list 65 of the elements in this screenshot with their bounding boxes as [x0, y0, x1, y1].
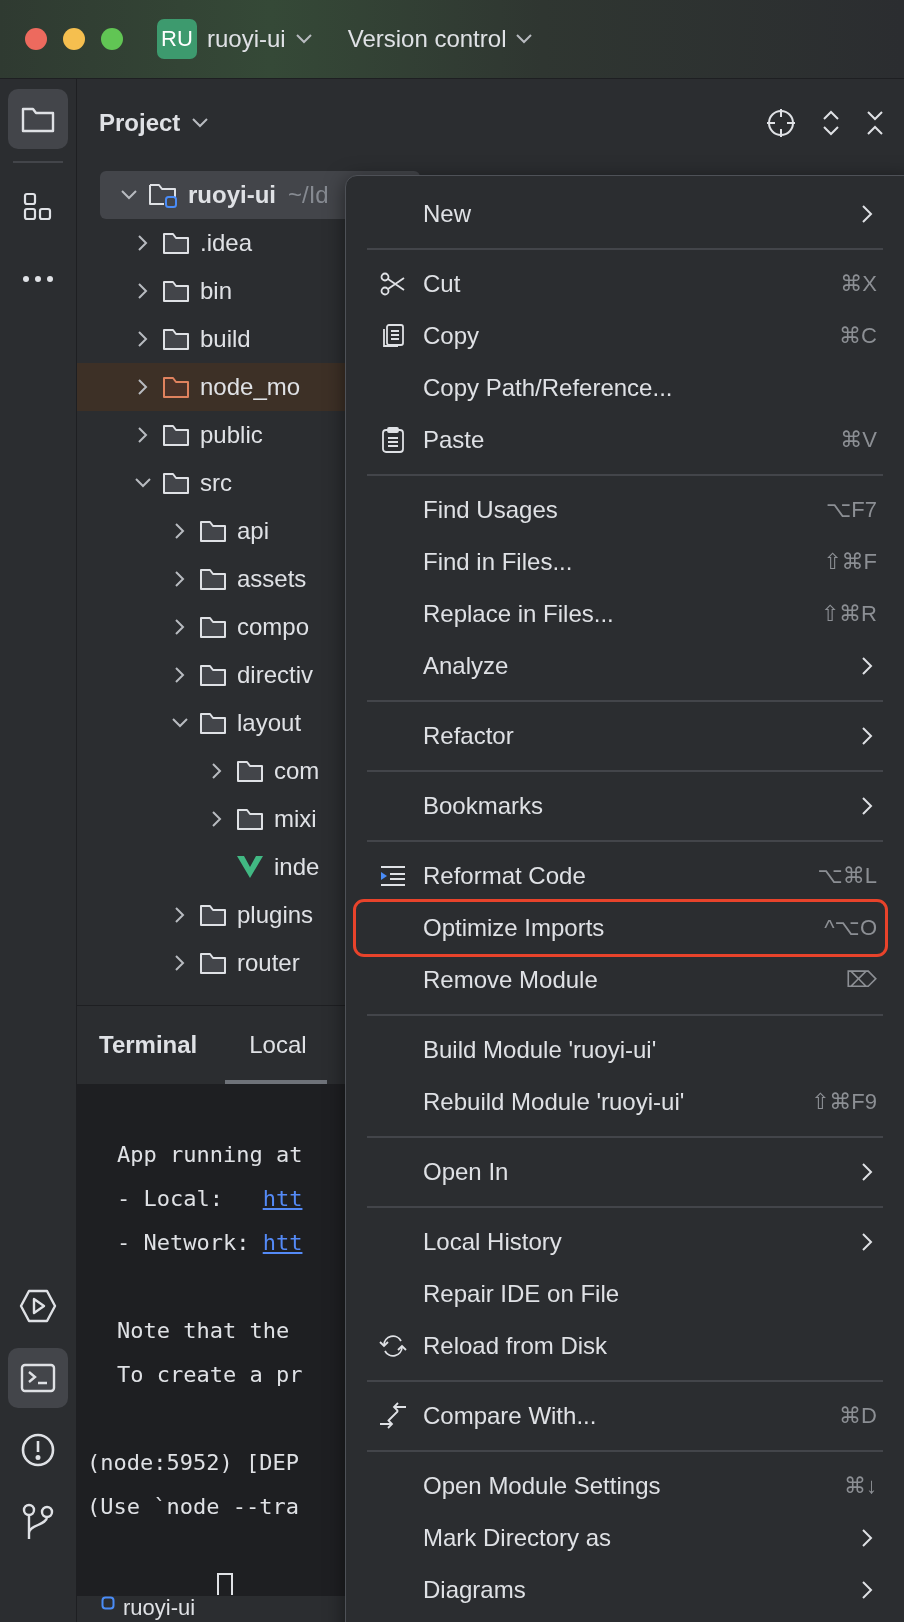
menu-item-label: Build Module 'ruoyi-ui' [423, 1036, 658, 1064]
menu-item-label: Find in Files... [423, 548, 574, 576]
menu-item-label: Find Usages [423, 496, 559, 524]
menu-item-label: Remove Module [423, 966, 599, 994]
menu-item-label: Open Module Settings [423, 1472, 662, 1500]
menu-item-label: Copy [423, 322, 481, 350]
tree-item-label: directiv [237, 661, 314, 689]
terminal-title: Terminal [99, 1031, 198, 1059]
project-name: ruoyi-ui [207, 25, 286, 53]
menu-item-label: Analyze [423, 652, 510, 680]
menu-item-label: Reload from Disk [423, 1332, 609, 1360]
shortcut-label: ⇧⌘R [820, 601, 877, 627]
tree-item-label: node_mo [200, 373, 301, 401]
menu-item-label: New [423, 200, 472, 228]
terminal-output-line: - Network: [117, 1230, 251, 1255]
tree-item-label: compo [237, 613, 310, 641]
menu-item-label: Optimize Imports [423, 914, 606, 942]
tree-item-label: plugins [237, 901, 314, 929]
project-path: ~/Id [288, 181, 329, 209]
tree-item-label: ruoyi-ui [188, 181, 276, 209]
tree-item-label: bin [200, 277, 233, 305]
menu-item-label: Local History [423, 1228, 563, 1256]
shortcut-label: ⌘X [840, 271, 877, 297]
tree-item-label: layout [237, 709, 302, 737]
tree-item-label: inde [274, 853, 320, 881]
tree-item-label: build [200, 325, 251, 353]
shortcut-label: ⌘C [839, 323, 877, 349]
terminal-output-line: App running at [117, 1142, 303, 1167]
menu-item-label: Replace in Files... [423, 600, 615, 628]
terminal-output-line: - Local: [117, 1186, 224, 1211]
shortcut-label: ⌥⌘L [817, 863, 877, 889]
shortcut-label: ^⌥O [824, 915, 877, 941]
terminal-output-line: To create a pr [117, 1362, 303, 1387]
shortcut-label: ⇧⌘F9 [810, 1089, 877, 1115]
shortcut-label: ⇧⌘F [823, 549, 877, 575]
menu-item-label: Paste [423, 426, 486, 454]
tree-item-label: public [200, 421, 263, 449]
menu-item-label: Refactor [423, 722, 515, 750]
tree-item-label: api [237, 517, 270, 545]
menu-item-label: Rebuild Module 'ruoyi-ui' [423, 1088, 686, 1116]
menu-item-label: Open In [423, 1158, 510, 1186]
menu-item-label: Copy Path/Reference... [423, 374, 674, 402]
shortcut-label: ⌦ [845, 967, 877, 993]
project-badge: RU [157, 19, 197, 59]
shortcut-label: ⌘↓ [844, 1473, 877, 1499]
terminal-output-line: Note that the [117, 1318, 290, 1343]
terminal-output-line: (Use `node --tra [87, 1494, 299, 1519]
menu-item-label: Diagrams [423, 1576, 527, 1604]
menu-item-label: Repair IDE on File [423, 1280, 621, 1308]
menu-item-label: Bookmarks [423, 792, 545, 820]
version-control-label: Version control [347, 25, 507, 53]
shortcut-label: ⌘V [840, 427, 877, 453]
terminal-output-line: (node:5952) [DEP [87, 1450, 299, 1475]
menu-item-label: Reformat Code [423, 862, 587, 890]
menu-item-label: Cut [423, 270, 462, 298]
tree-item-label: .idea [200, 229, 253, 257]
tree-item-label: mixi [274, 805, 317, 833]
shortcut-label: ⌥F7 [825, 497, 877, 523]
tree-item-label: com [274, 757, 320, 785]
menu-item-label: Mark Directory as [423, 1524, 613, 1552]
tree-item-label: router [237, 949, 300, 977]
menu-item-label: Compare With... [423, 1402, 598, 1430]
shortcut-label: ⌘D [839, 1403, 877, 1429]
tree-item-label: src [200, 469, 232, 497]
tree-item-label: assets [237, 565, 307, 593]
